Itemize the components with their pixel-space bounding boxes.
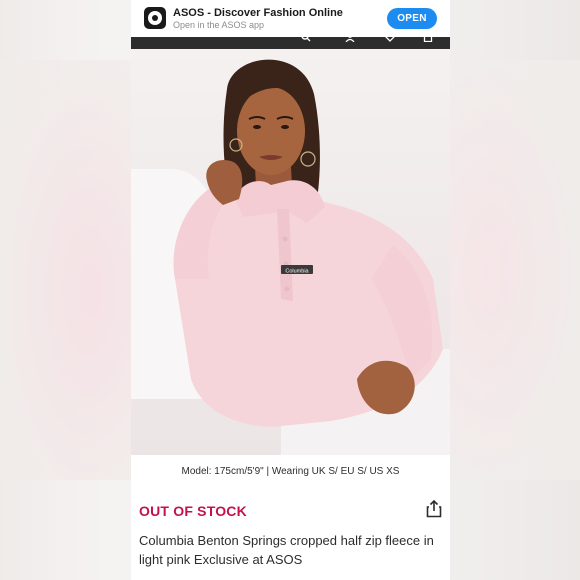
backdrop-right (449, 60, 580, 480)
share-icon[interactable] (426, 500, 442, 518)
search-icon[interactable] (301, 32, 311, 42)
asos-app-icon (144, 7, 166, 29)
product-title: Columbia Benton Springs cropped half zip… (139, 533, 434, 567)
app-banner-subtitle: Open in the ASOS app (173, 20, 265, 30)
wishlist-icon[interactable] (385, 32, 395, 42)
site-header (131, 32, 450, 49)
model-illustration: Columbia (173, 59, 443, 427)
stock-status-label: OUT OF STOCK (139, 503, 247, 519)
account-icon[interactable] (345, 32, 355, 42)
bag-icon[interactable] (423, 32, 433, 42)
mobile-screen: ASOS - Discover Fashion Online Open in t… (131, 0, 450, 580)
brand-tag-text: Columbia (285, 269, 309, 275)
open-app-button[interactable]: OPEN (387, 8, 437, 29)
smart-app-banner[interactable]: ASOS - Discover Fashion Online Open in t… (131, 0, 450, 37)
backdrop-left (0, 60, 131, 480)
product-photo[interactable]: Columbia (131, 49, 450, 455)
app-banner-title: ASOS - Discover Fashion Online (173, 7, 343, 19)
model-size-info: Model: 175cm/5'9" | Wearing UK S/ EU S/ … (181, 466, 400, 477)
